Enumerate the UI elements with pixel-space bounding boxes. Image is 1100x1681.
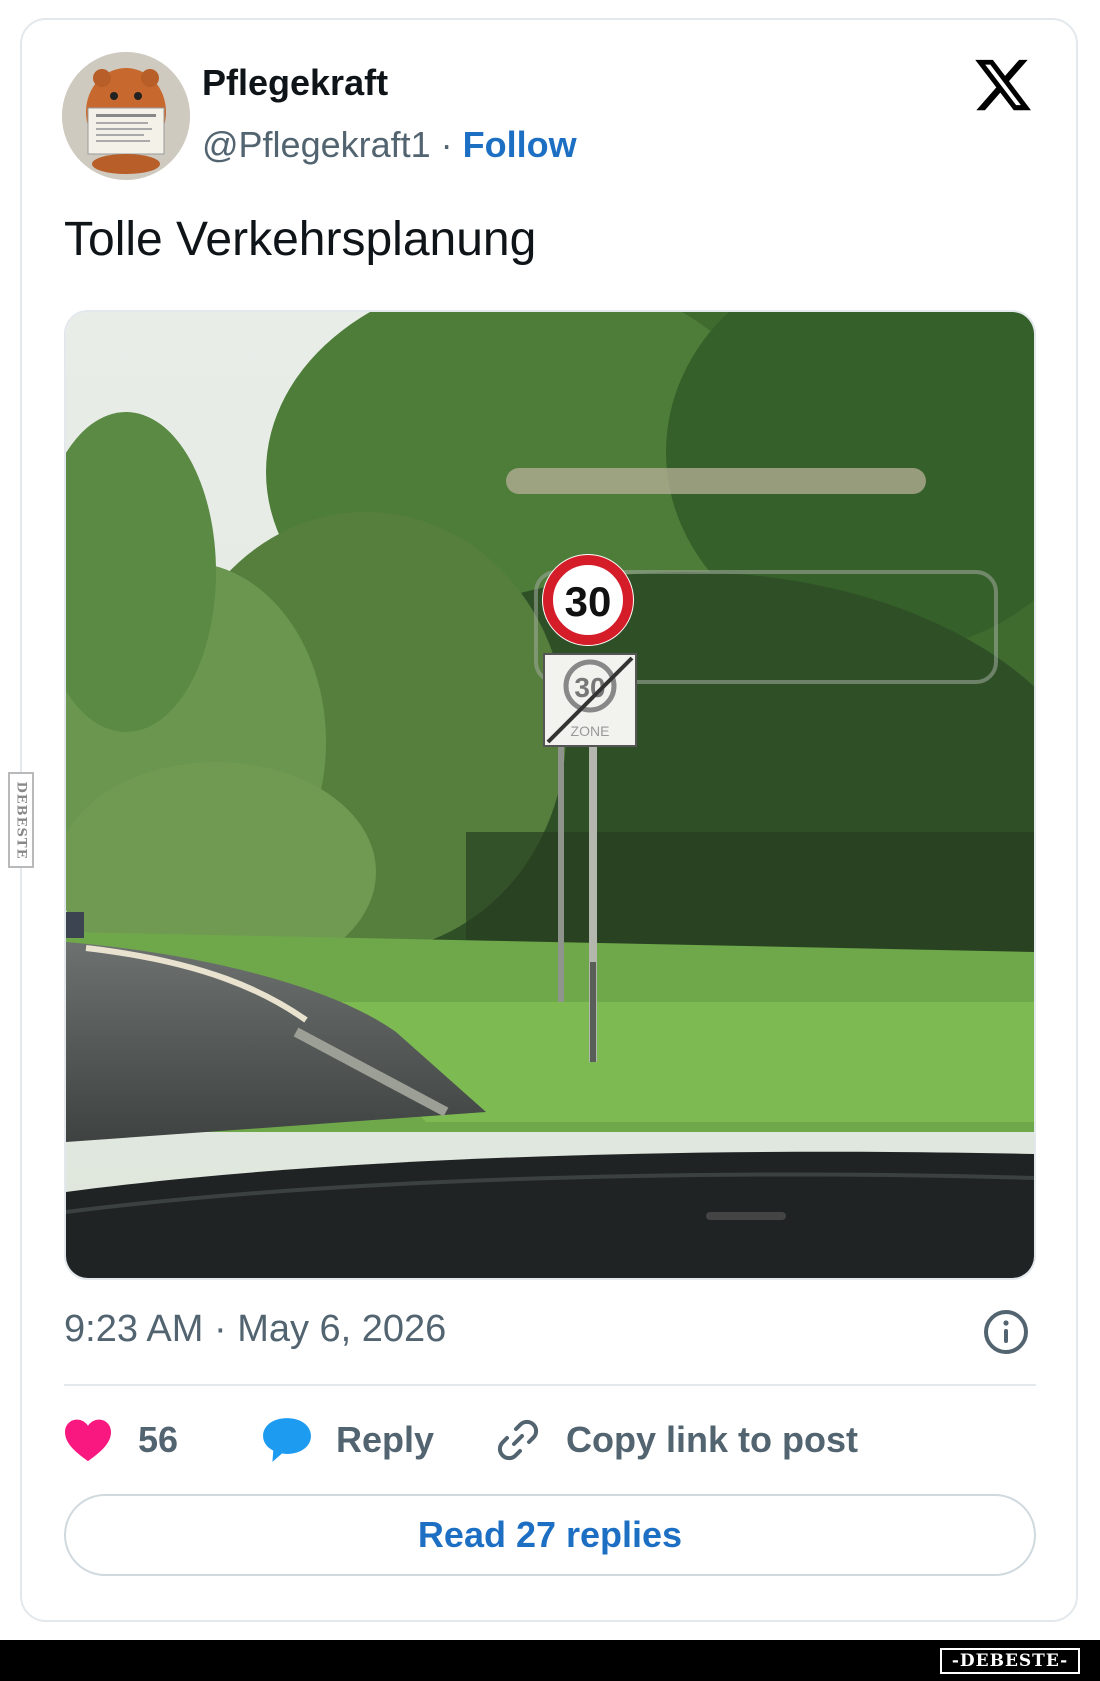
copy-link-button[interactable]: Copy link to post	[494, 1410, 858, 1470]
avatar-image	[62, 52, 190, 180]
handle-row: @Pflegekraft1 · Follow	[202, 124, 577, 166]
author-handle[interactable]: @Pflegekraft1	[202, 124, 431, 165]
heart-icon	[65, 1419, 111, 1462]
avatar[interactable]	[62, 52, 190, 180]
divider	[64, 1384, 1036, 1386]
x-logo-icon[interactable]	[972, 54, 1034, 116]
link-icon	[497, 1419, 539, 1461]
handle-separator: ·	[430, 124, 463, 165]
speech-bubble-icon	[263, 1418, 311, 1462]
like-count: 56	[138, 1419, 179, 1460]
reply-label: Reply	[336, 1419, 435, 1460]
info-icon[interactable]	[982, 1308, 1030, 1356]
side-watermark: DEBESTE	[8, 772, 34, 868]
side-watermark-text: DEBESTE	[13, 780, 29, 860]
reply-button[interactable]: Reply	[262, 1410, 434, 1470]
photo-scene: 30 30 ZONE	[66, 312, 1034, 1278]
action-bar: 56 Reply Copy link to post	[64, 1410, 1036, 1470]
follow-button[interactable]: Follow	[463, 124, 577, 165]
copy-link-label: Copy link to post	[566, 1419, 858, 1460]
tweet-photo[interactable]: 30 30 ZONE	[64, 310, 1036, 1280]
tweet-text: Tolle Verkehrsplanung	[64, 213, 537, 266]
bottom-bar	[0, 1640, 1100, 1681]
tweet-timestamp[interactable]: 9:23 AM · May 6, 2026	[64, 1308, 446, 1351]
author-name[interactable]: Pflegekraft	[202, 62, 388, 104]
read-replies-button[interactable]: Read 27 replies	[64, 1494, 1036, 1576]
bottom-watermark: -DEBESTE-	[940, 1648, 1080, 1674]
zone-sign-label: ZONE	[571, 723, 610, 739]
speed-sign-text: 30	[565, 578, 612, 625]
like-button[interactable]: 56	[64, 1410, 178, 1470]
